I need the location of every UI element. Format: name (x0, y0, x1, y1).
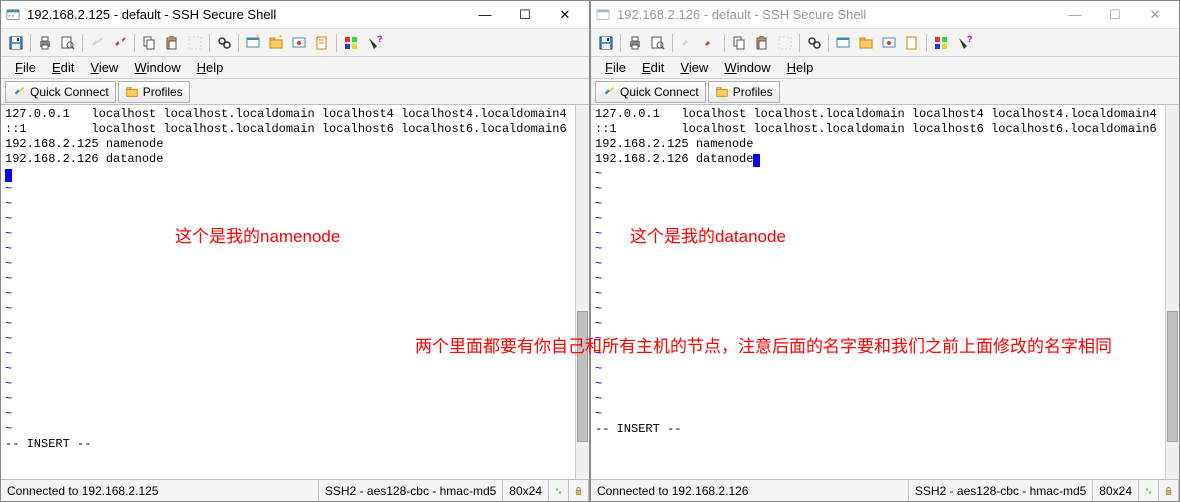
ssh-window-right: 192.168.2.126 - default - SSH Secure She… (590, 0, 1180, 502)
status-indicator-icon (549, 480, 569, 501)
titlebar[interactable]: 192.168.2.125 - default - SSH Secure She… (1, 1, 589, 29)
menu-file[interactable]: File (9, 58, 42, 77)
disconnect-icon[interactable] (109, 32, 131, 54)
copy-icon[interactable] (138, 32, 160, 54)
app-icon (595, 7, 611, 23)
print-icon[interactable] (624, 32, 646, 54)
copy-icon[interactable] (728, 32, 750, 54)
profiles-label: Profiles (143, 85, 183, 99)
settings-icon[interactable] (878, 32, 900, 54)
find-icon[interactable] (213, 32, 235, 54)
print-preview-icon[interactable] (647, 32, 669, 54)
toolbar: ? (1, 29, 589, 57)
app-icon (5, 7, 21, 23)
paste-icon[interactable] (751, 32, 773, 54)
connect-bar: Quick Connect Profiles (1, 79, 589, 105)
status-connected: Connected to 192.168.2.125 (1, 480, 319, 501)
save-icon[interactable] (595, 32, 617, 54)
status-lock-icon (1159, 480, 1179, 501)
menu-help[interactable]: Help (781, 58, 820, 77)
close-button[interactable]: ✕ (1135, 2, 1175, 28)
paste-icon[interactable] (161, 32, 183, 54)
select-icon (184, 32, 206, 54)
scrollbar[interactable] (1165, 105, 1179, 479)
log-icon[interactable] (311, 32, 333, 54)
profiles-button[interactable]: Profiles (118, 81, 190, 103)
minimize-button[interactable]: — (1055, 2, 1095, 28)
disconnect-icon[interactable] (699, 32, 721, 54)
settings-icon[interactable] (288, 32, 310, 54)
select-icon (774, 32, 796, 54)
status-size: 80x24 (503, 480, 549, 501)
print-icon[interactable] (34, 32, 56, 54)
titlebar[interactable]: 192.168.2.126 - default - SSH Secure She… (591, 1, 1179, 29)
status-cipher: SSH2 - aes128-cbc - hmac-md5 (319, 480, 503, 501)
quick-connect-label: Quick Connect (30, 85, 109, 99)
connect-icon (86, 32, 108, 54)
statusbar: Connected to 192.168.2.126 SSH2 - aes128… (591, 479, 1179, 501)
toolbar: ? (591, 29, 1179, 57)
connect-icon (676, 32, 698, 54)
new-terminal-icon[interactable] (242, 32, 264, 54)
menu-view[interactable]: View (674, 58, 714, 77)
quick-connect-label: Quick Connect (620, 85, 699, 99)
quick-connect-button[interactable]: Quick Connect (5, 81, 116, 103)
profiles-label: Profiles (733, 85, 773, 99)
quick-connect-button[interactable]: Quick Connect (595, 81, 706, 103)
menubar: File Edit View Window Help (591, 57, 1179, 79)
statusbar: Connected to 192.168.2.125 SSH2 - aes128… (1, 479, 589, 501)
maximize-button[interactable]: ☐ (1095, 2, 1135, 28)
ssh-window-left: 192.168.2.125 - default - SSH Secure She… (0, 0, 590, 502)
color-icon[interactable] (340, 32, 362, 54)
profiles-button[interactable]: Profiles (708, 81, 780, 103)
find-icon[interactable] (803, 32, 825, 54)
new-transfer-icon[interactable] (265, 32, 287, 54)
help-icon[interactable]: ? (363, 32, 385, 54)
menu-file[interactable]: File (599, 58, 632, 77)
svg-text:?: ? (377, 35, 382, 44)
status-cipher: SSH2 - aes128-cbc - hmac-md5 (909, 480, 1093, 501)
minimize-button[interactable]: — (465, 2, 505, 28)
menu-window[interactable]: Window (718, 58, 776, 77)
color-icon[interactable] (930, 32, 952, 54)
menu-edit[interactable]: Edit (636, 58, 670, 77)
status-connected: Connected to 192.168.2.126 (591, 480, 909, 501)
log-icon[interactable] (901, 32, 923, 54)
menubar: File Edit View Window Help (1, 57, 589, 79)
terminal[interactable]: 127.0.0.1 localhost localhost.localdomai… (591, 105, 1179, 479)
new-terminal-icon[interactable] (832, 32, 854, 54)
connect-bar: Quick Connect Profiles (591, 79, 1179, 105)
close-button[interactable]: ✕ (545, 2, 585, 28)
new-transfer-icon[interactable] (855, 32, 877, 54)
help-icon[interactable]: ? (953, 32, 975, 54)
status-lock-icon (569, 480, 589, 501)
window-title: 192.168.2.125 - default - SSH Secure She… (27, 7, 465, 22)
status-indicator-icon (1139, 480, 1159, 501)
maximize-button[interactable]: ☐ (505, 2, 545, 28)
terminal[interactable]: 127.0.0.1 localhost localhost.localdomai… (1, 105, 589, 479)
menu-edit[interactable]: Edit (46, 58, 80, 77)
window-title: 192.168.2.126 - default - SSH Secure She… (617, 7, 1055, 22)
print-preview-icon[interactable] (57, 32, 79, 54)
menu-window[interactable]: Window (128, 58, 186, 77)
status-size: 80x24 (1093, 480, 1139, 501)
svg-text:?: ? (967, 35, 972, 44)
save-icon[interactable] (5, 32, 27, 54)
menu-help[interactable]: Help (191, 58, 230, 77)
menu-view[interactable]: View (84, 58, 124, 77)
scrollbar[interactable] (575, 105, 589, 479)
